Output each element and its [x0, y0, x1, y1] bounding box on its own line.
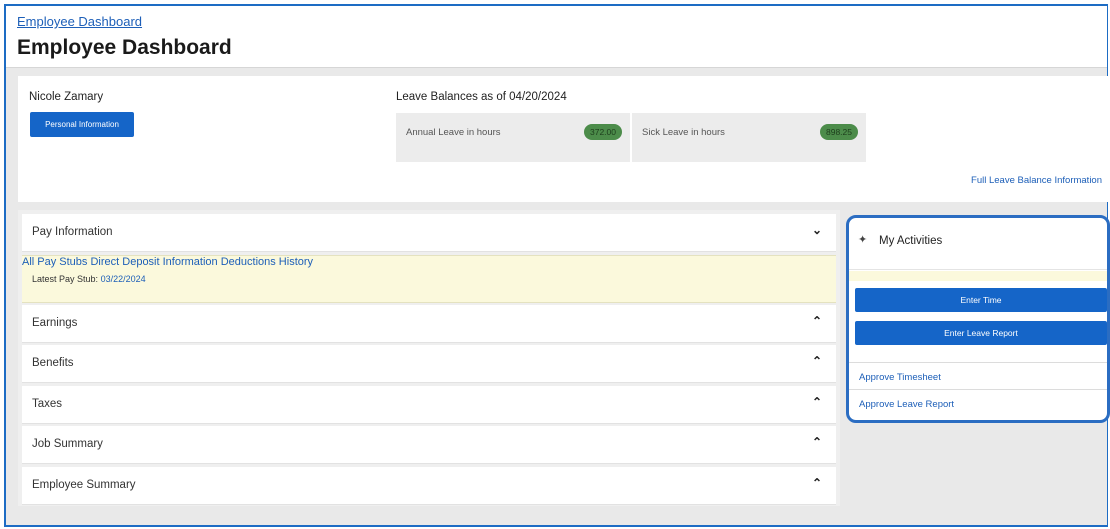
approve-leave-report-link[interactable]: Approve Leave Report [859, 399, 954, 410]
latest-pay-stub-label: Latest Pay Stub: [32, 274, 99, 284]
page-title: Employee Dashboard [17, 36, 232, 59]
earnings-section[interactable]: Earnings ⌃ [22, 305, 836, 343]
employee-summary-label: Employee Summary [32, 479, 136, 491]
latest-pay-stub: Latest Pay Stub: 03/22/2024 [32, 274, 146, 284]
chevron-up-icon[interactable]: ⌃ [812, 435, 822, 449]
activities-highlight-band [849, 271, 1107, 281]
job-summary-section[interactable]: Job Summary ⌃ [22, 426, 836, 464]
wand-icon: ✦ [858, 234, 868, 246]
annual-leave-badge: 372.00 [584, 124, 622, 140]
pay-links-strip: Latest Pay Stub: 03/22/2024 All Pay Stub… [22, 255, 836, 303]
employee-name: Nicole Zamary [29, 91, 104, 103]
enter-time-button[interactable]: Enter Time [855, 288, 1107, 312]
sick-leave-label: Sick Leave in hours [642, 127, 725, 138]
leave-balances-title: Leave Balances as of 04/20/2024 [396, 91, 567, 103]
my-activities-title: My Activities [879, 235, 943, 247]
direct-deposit-link[interactable]: Direct Deposit Information [90, 256, 217, 268]
benefits-label: Benefits [32, 357, 74, 369]
divider [849, 389, 1107, 390]
sick-leave-box: Sick Leave in hours 898.25 [632, 113, 866, 162]
employee-info-card: Nicole Zamary Personal Information Leave… [18, 76, 1110, 202]
my-activities-panel: ✦ My Activities Enter Time Enter Leave R… [846, 215, 1110, 423]
latest-pay-stub-date-link[interactable]: 03/22/2024 [101, 274, 146, 284]
pay-information-label: Pay Information [32, 226, 113, 238]
deductions-history-link[interactable]: Deductions History [221, 256, 313, 268]
annual-leave-label: Annual Leave in hours [406, 127, 501, 138]
employee-summary-section[interactable]: Employee Summary ⌃ [22, 467, 836, 505]
app-frame: Employee Dashboard Employee Dashboard Ni… [4, 4, 1110, 527]
chevron-up-icon[interactable]: ⌃ [812, 395, 822, 409]
enter-leave-report-button[interactable]: Enter Leave Report [855, 321, 1107, 345]
page-header: Employee Dashboard Employee Dashboard [6, 6, 1107, 68]
job-summary-label: Job Summary [32, 438, 103, 450]
taxes-label: Taxes [32, 398, 63, 410]
chevron-up-icon[interactable]: ⌃ [812, 476, 822, 490]
approve-timesheet-link[interactable]: Approve Timesheet [859, 372, 941, 383]
pay-accordion-panel: Pay Information ⌄ Latest Pay Stub: 03/22… [18, 210, 840, 506]
annual-leave-box: Annual Leave in hours 372.00 [396, 113, 630, 162]
sick-leave-badge: 898.25 [820, 124, 858, 140]
my-activities-header: ✦ My Activities [849, 218, 1107, 270]
personal-information-button[interactable]: Personal Information [30, 112, 134, 137]
taxes-section[interactable]: Taxes ⌃ [22, 386, 836, 424]
chevron-down-icon[interactable]: ⌄ [812, 223, 822, 237]
benefits-section[interactable]: Benefits ⌃ [22, 345, 836, 383]
breadcrumb-employee-dashboard[interactable]: Employee Dashboard [17, 14, 142, 29]
divider [849, 362, 1107, 363]
pay-information-header[interactable]: Pay Information ⌄ [22, 214, 836, 252]
all-pay-stubs-link[interactable]: All Pay Stubs [22, 256, 87, 268]
full-leave-balance-link[interactable]: Full Leave Balance Information [971, 175, 1102, 186]
earnings-label: Earnings [32, 317, 78, 329]
chevron-up-icon[interactable]: ⌃ [812, 354, 822, 368]
chevron-up-icon[interactable]: ⌃ [812, 314, 822, 328]
